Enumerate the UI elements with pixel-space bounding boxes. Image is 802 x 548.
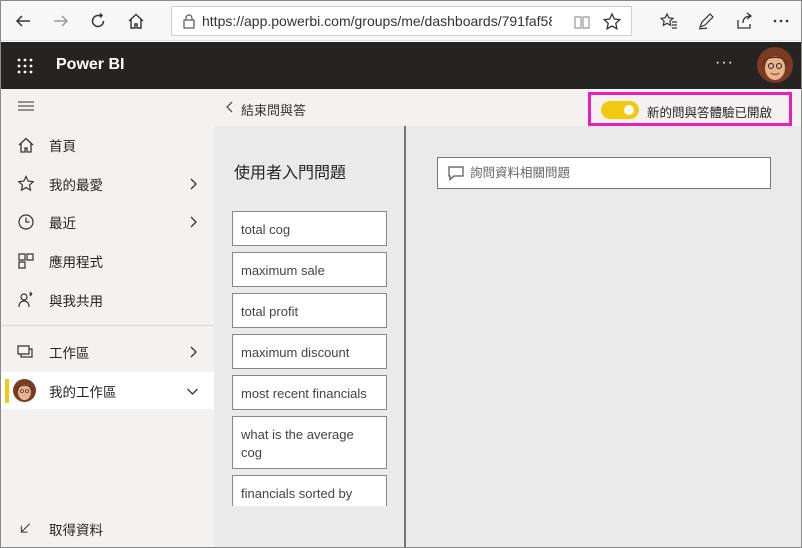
favorite-star-icon[interactable] xyxy=(602,12,622,32)
active-indicator xyxy=(5,379,9,403)
nav-item-favorites[interactable]: 我的最愛 xyxy=(1,166,214,202)
nav-item-shared-with-me[interactable]: 與我共用 xyxy=(1,282,214,318)
new-qna-toggle-highlight: 新的問與答體驗已開啟 xyxy=(588,92,792,126)
qna-header-bar: 結束問與答 新的問與答體驗已開啟 xyxy=(214,89,801,126)
question-item[interactable]: most recent financials xyxy=(232,375,387,410)
toggle-label: 新的問與答體驗已開啟 xyxy=(647,106,773,120)
question-item[interactable]: what is the average cog xyxy=(232,416,387,469)
browser-window: https://app.powerbi.com/groups/me/dashbo… xyxy=(0,0,802,548)
nav-pane: 首頁 我的最愛 最近 應用程式 與我共用 工作區 我的工作區 取得資料 xyxy=(1,89,214,547)
shared-icon xyxy=(18,291,33,308)
nav-item-label: 首頁 xyxy=(49,139,76,154)
new-qna-toggle[interactable] xyxy=(601,101,639,119)
qna-canvas xyxy=(406,126,801,547)
app-header: Power BI ··· xyxy=(1,42,801,89)
app-launcher-icon[interactable] xyxy=(17,58,33,74)
nav-item-label: 最近 xyxy=(49,216,76,231)
browser-toolbar: https://app.powerbi.com/groups/me/dashbo… xyxy=(1,1,801,41)
starter-questions-list: total cog maximum sale total profit maxi… xyxy=(232,211,387,506)
nav-item-home[interactable]: 首頁 xyxy=(1,127,214,163)
chevron-down-icon[interactable] xyxy=(186,385,199,397)
nav-item-recent[interactable]: 最近 xyxy=(1,204,214,240)
more-options-button[interactable]: ··· xyxy=(715,54,734,72)
refresh-icon[interactable] xyxy=(86,9,110,33)
nav-item-label: 與我共用 xyxy=(49,294,103,309)
ask-question-input[interactable] xyxy=(470,164,760,182)
reading-view-icon[interactable] xyxy=(574,14,590,30)
pen-icon[interactable] xyxy=(694,9,718,33)
chevron-left-icon[interactable] xyxy=(225,101,235,113)
question-item[interactable]: financials sorted by xyxy=(232,475,387,506)
ask-question-box[interactable] xyxy=(437,157,771,189)
get-data-link[interactable]: 取得資料 xyxy=(1,511,214,547)
nav-item-label: 我的最愛 xyxy=(49,178,103,193)
nav-item-my-workspace[interactable]: 我的工作區 xyxy=(1,372,214,409)
url-text[interactable]: https://app.powerbi.com/groups/me/dashbo… xyxy=(202,13,552,29)
nav-item-label: 工作區 xyxy=(49,346,90,361)
apps-icon xyxy=(18,253,34,269)
address-bar[interactable]: https://app.powerbi.com/groups/me/dashbo… xyxy=(171,6,632,36)
back-arrow-icon[interactable] xyxy=(11,9,35,33)
nav-item-label: 我的工作區 xyxy=(49,384,117,400)
chevron-right-icon[interactable] xyxy=(187,346,199,358)
chevron-right-icon[interactable] xyxy=(187,178,199,190)
get-data-label: 取得資料 xyxy=(49,523,103,538)
forward-arrow-icon[interactable] xyxy=(49,9,73,33)
question-item[interactable]: total profit xyxy=(232,293,387,328)
user-avatar[interactable] xyxy=(757,47,793,83)
toggle-knob xyxy=(624,105,634,115)
question-item[interactable]: total cog xyxy=(232,211,387,246)
question-item[interactable]: maximum discount xyxy=(232,334,387,369)
star-icon xyxy=(17,175,35,192)
more-menu-icon[interactable] xyxy=(769,9,793,33)
question-item[interactable]: maximum sale xyxy=(232,252,387,287)
lock-icon xyxy=(183,14,195,29)
favorites-hub-icon[interactable] xyxy=(657,9,681,33)
arrow-diagonal-icon xyxy=(20,523,31,533)
chevron-right-icon[interactable] xyxy=(187,216,199,228)
clock-icon xyxy=(18,214,34,230)
chat-bubble-icon xyxy=(448,166,464,181)
exit-qna-button[interactable]: 結束問與答 xyxy=(241,100,306,119)
workspaces-icon xyxy=(17,345,33,358)
hamburger-icon[interactable] xyxy=(18,101,34,111)
share-icon[interactable] xyxy=(732,9,756,33)
starter-questions-title: 使用者入門問題 xyxy=(234,165,347,182)
nav-item-label: 應用程式 xyxy=(49,255,103,270)
workspace-avatar xyxy=(13,379,36,402)
starter-questions-panel: 使用者入門問題 total cog maximum sale total pro… xyxy=(214,126,404,547)
nav-item-apps[interactable]: 應用程式 xyxy=(1,243,214,279)
nav-item-workspaces[interactable]: 工作區 xyxy=(1,334,214,370)
sidebar-divider xyxy=(1,325,214,326)
home-browser-icon[interactable] xyxy=(124,9,148,33)
app-title: Power BI xyxy=(56,56,125,73)
home-icon xyxy=(18,137,34,153)
